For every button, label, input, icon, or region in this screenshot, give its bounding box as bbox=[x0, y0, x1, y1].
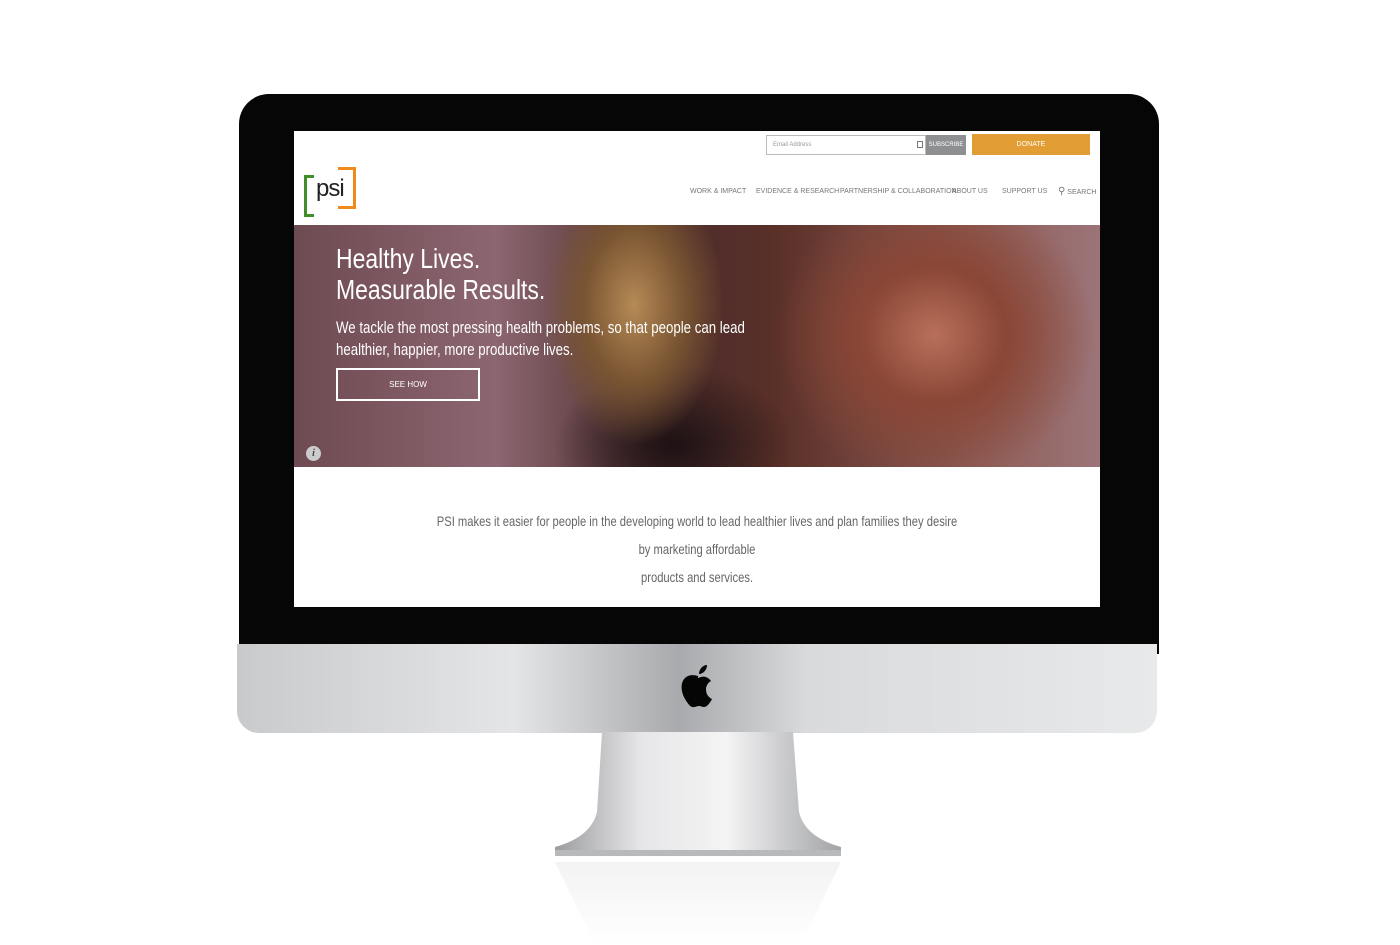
info-icon[interactable]: i bbox=[306, 446, 321, 461]
nav-evidence-research[interactable]: EVIDENCE & RESEARCH bbox=[756, 188, 839, 195]
email-input[interactable]: Email Address bbox=[766, 135, 926, 155]
website-screen: Email Address SUBSCRIBE DONATE psi WORK … bbox=[294, 131, 1100, 607]
email-placeholder: Email Address bbox=[773, 142, 812, 148]
psi-logo[interactable]: psi bbox=[304, 167, 358, 217]
hero-title-line1: Healthy Lives. bbox=[336, 243, 481, 274]
stand-reflection bbox=[555, 862, 841, 945]
nav-work-impact[interactable]: WORK & IMPACT bbox=[690, 188, 746, 195]
mission-line2: products and services. bbox=[640, 569, 754, 585]
see-how-button[interactable]: SEE HOW bbox=[336, 368, 480, 401]
search-label: SEARCH bbox=[1067, 189, 1097, 196]
apple-logo-icon bbox=[681, 665, 712, 708]
hero-title: Healthy Lives. Measurable Results. bbox=[336, 243, 545, 305]
logo-text: psi bbox=[316, 175, 345, 202]
hero-lead-line1: We tackle the most pressing health probl… bbox=[336, 318, 745, 337]
nav-search[interactable]: ⚲ SEARCH bbox=[1058, 186, 1096, 197]
mission-line1: PSI makes it easier for people in the de… bbox=[436, 513, 958, 557]
monitor-stand bbox=[555, 732, 841, 856]
search-icon: ⚲ bbox=[1058, 186, 1066, 197]
email-icon bbox=[917, 141, 923, 148]
hero-banner: Healthy Lives. Measurable Results. We tac… bbox=[294, 225, 1100, 467]
subscribe-button[interactable]: SUBSCRIBE bbox=[926, 135, 966, 155]
hero-title-line2: Measurable Results. bbox=[336, 274, 546, 305]
mission-statement: PSI makes it easier for people in the de… bbox=[364, 507, 1030, 591]
hero-lead: We tackle the most pressing health probl… bbox=[336, 317, 745, 361]
nav-partnership[interactable]: PARTNERSHIP & COLLABORATION bbox=[840, 188, 957, 195]
nav-support-us[interactable]: SUPPORT US bbox=[1002, 188, 1047, 195]
hero-lead-line2: healthier, happier, more productive live… bbox=[336, 340, 574, 359]
nav-about-us[interactable]: ABOUT US bbox=[952, 188, 988, 195]
donate-button[interactable]: DONATE bbox=[972, 134, 1090, 155]
